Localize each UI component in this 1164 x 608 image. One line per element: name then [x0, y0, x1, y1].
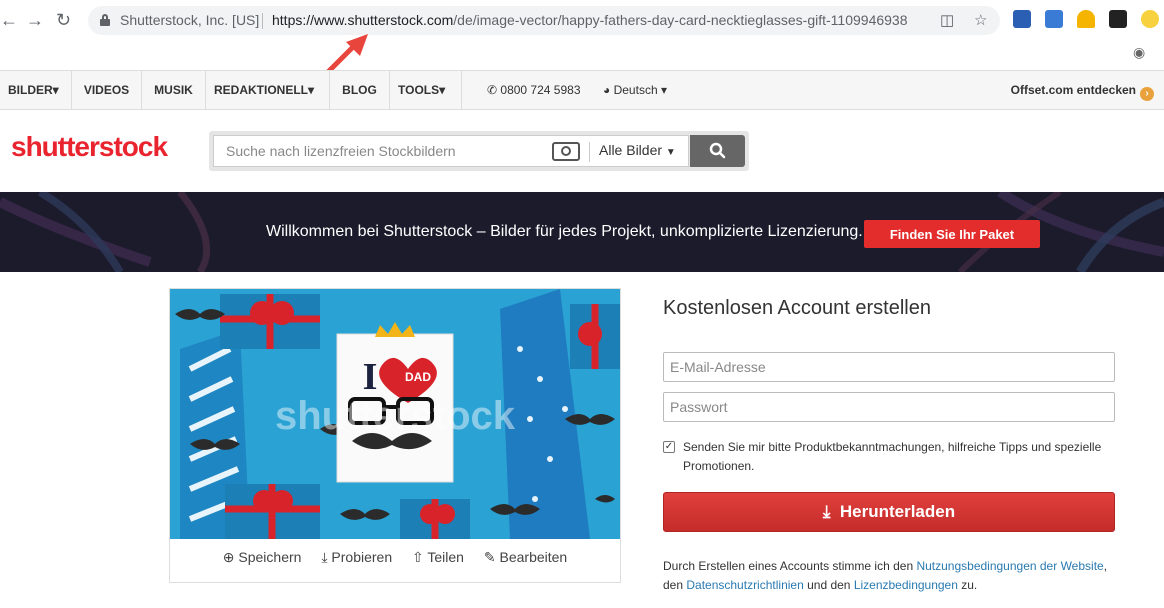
download-label: Herunterladen [839, 502, 956, 521]
stock-image-preview[interactable]: DAD I shutterstock [170, 289, 620, 539]
download-small-icon: ⤓ [321, 549, 328, 565]
chevron-right-icon: › [1140, 87, 1154, 101]
newsletter-checkbox-label[interactable]: Senden Sie mir bitte Produktbekanntmachu… [683, 438, 1113, 476]
language-selector[interactable]: ◕ Deutsch ▾ [603, 71, 667, 109]
forward-icon[interactable]: → [26, 10, 44, 30]
license-link[interactable]: Lizenzbedingungen [854, 578, 958, 592]
newsletter-checkbox[interactable]: ✓ [663, 441, 675, 453]
password-field[interactable] [663, 392, 1115, 422]
nav-item-musik[interactable]: MUSIK [142, 71, 206, 109]
try-label: Probieren [331, 549, 393, 565]
nav-item-blog[interactable]: BLOG [330, 71, 390, 109]
legal-mid2: und den [803, 578, 854, 592]
reload-icon[interactable]: ↻ [56, 10, 71, 30]
url-host: https://www.shutterstock.com [272, 12, 454, 28]
download-icon: ⤓ [822, 502, 831, 521]
privacy-link[interactable]: Datenschutzrichtlinien [686, 578, 803, 592]
lock-icon[interactable] [100, 14, 110, 26]
share-icon: ⇧ [412, 549, 424, 565]
extension-icon[interactable] [1141, 10, 1159, 28]
search-input[interactable] [226, 136, 556, 166]
nav-item-bilder[interactable]: BILDER▾ [0, 71, 72, 109]
address-separator [262, 13, 263, 29]
search-icon [709, 142, 726, 159]
camera-icon[interactable] [552, 142, 580, 161]
card-letter: I [363, 356, 378, 398]
image-type-label: Alle Bilder [599, 142, 663, 158]
image-preview-card: DAD I shutterstock ⊕ Speichern ⤓ Probier… [169, 288, 621, 583]
edit-icon: ✎ [483, 549, 496, 565]
search-box: Alle Bilder ▼ [213, 135, 689, 167]
filter-separator [589, 142, 590, 162]
globe-icon: ◕ [603, 83, 611, 97]
terms-link[interactable]: Nutzungsbedingungen der Website [916, 559, 1103, 573]
phone-icon: ✆ [487, 83, 498, 97]
image-type-dropdown[interactable]: Alle Bilder ▼ [599, 142, 676, 158]
share-action[interactable]: ⇧ Teilen [412, 549, 464, 565]
phone-link[interactable]: ✆ 0800 724 5983 [487, 71, 581, 109]
share-label: Teilen [427, 549, 464, 565]
browser-toolbar: ← → ↻ Shutterstock, Inc. [US] https://ww… [0, 0, 1164, 42]
save-label: Speichern [238, 549, 302, 565]
extension-icon[interactable] [1013, 10, 1031, 28]
edit-action[interactable]: ✎ Bearbeiten [484, 549, 567, 565]
find-package-button[interactable]: Finden Sie Ihr Paket [864, 220, 1040, 248]
caret-down-icon: ▼ [665, 147, 676, 158]
address-bar[interactable]: Shutterstock, Inc. [US] https://www.shut… [88, 6, 1000, 35]
nav-item-videos[interactable]: VIDEOS [72, 71, 142, 109]
watermark-text: shutterstock [275, 394, 516, 438]
search-bar: Alle Bilder ▼ [209, 131, 749, 171]
phone-number: 0800 724 5983 [500, 83, 581, 97]
try-action[interactable]: ⤓ Probieren [321, 549, 392, 565]
search-button[interactable] [690, 135, 745, 167]
download-button[interactable]: ⤓ Herunterladen [663, 492, 1115, 532]
url-path: /de/image-vector/happy-fathers-day-card-… [453, 12, 908, 28]
nav-item-redaktionell[interactable]: REDAKTIONELL▾ [206, 71, 330, 109]
image-actions: ⊕ Speichern ⤓ Probieren ⇧ Teilen ✎ Bearb… [170, 549, 620, 566]
email-field[interactable] [663, 352, 1115, 382]
site-navigation: BILDER▾ VIDEOS MUSIK REDAKTIONELL▾ BLOG … [0, 70, 1164, 110]
plus-circle-icon: ⊕ [222, 549, 235, 565]
offset-link-label: Offset.com entdecken [1010, 83, 1136, 97]
bookmark-star-icon[interactable]: ☆ [974, 11, 987, 29]
url-text[interactable]: https://www.shutterstock.com/de/image-ve… [272, 12, 908, 28]
site-identity[interactable]: Shutterstock, Inc. [US] [120, 12, 259, 28]
extension-icon[interactable] [1045, 10, 1063, 28]
legal-pre: Durch Erstellen eines Accounts stimme ic… [663, 559, 917, 573]
card-heart-text: DAD [405, 370, 431, 384]
signup-title: Kostenlosen Account erstellen [663, 297, 931, 319]
language-label: Deutsch ▾ [613, 83, 667, 97]
fathers-day-illustration: DAD I shutterstock [170, 289, 620, 539]
translate-icon[interactable]: ◫ [940, 11, 954, 29]
shutterstock-logo[interactable]: shutterstock [11, 131, 168, 163]
extension-icon[interactable] [1077, 10, 1095, 28]
eye-icon[interactable]: ◉ [1133, 44, 1145, 61]
banner-message: Willkommen bei Shutterstock – Bilder für… [266, 223, 863, 240]
save-action[interactable]: ⊕ Speichern [223, 549, 302, 565]
legal-text: Durch Erstellen eines Accounts stimme ic… [663, 557, 1123, 595]
back-icon[interactable]: ← [0, 10, 18, 30]
edit-label: Bearbeiten [499, 549, 568, 565]
extension-icon[interactable] [1109, 10, 1127, 28]
legal-post: zu. [957, 578, 978, 592]
offset-link[interactable]: Offset.com entdecken › [1011, 71, 1154, 109]
nav-item-tools[interactable]: TOOLS▾ [390, 71, 462, 109]
